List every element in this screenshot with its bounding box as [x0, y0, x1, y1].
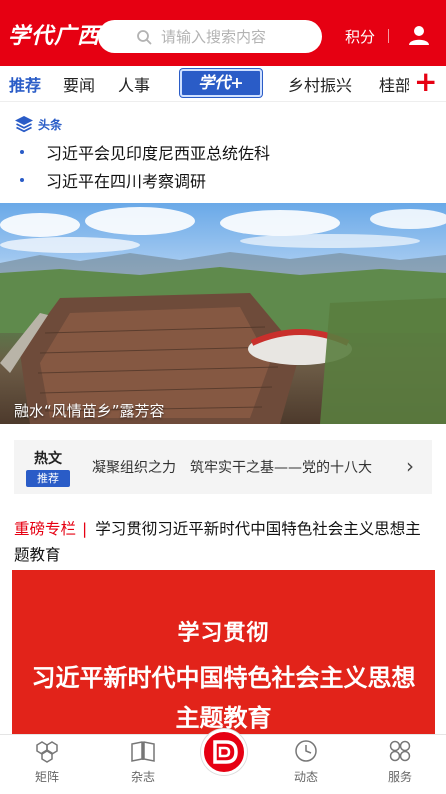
user-icon[interactable] [407, 24, 431, 46]
bottom-navigation: 矩阵 杂志 动态 服务 [0, 729, 446, 794]
headlines-label: 头条 [14, 114, 62, 134]
hot-badge: 热文 推荐 [26, 448, 70, 487]
headline-item[interactable]: 习近平在四川考察调研 [20, 168, 206, 192]
hero-image[interactable] [0, 203, 446, 424]
tab-rural-revitalization[interactable]: 乡村振兴 [288, 72, 352, 96]
grid-icon [389, 740, 411, 762]
add-tab-button[interactable]: + [414, 68, 437, 96]
magazine-icon [131, 741, 155, 762]
hero-caption: 融水“风情苗乡”露芳容 [14, 402, 165, 420]
tab-personnel[interactable]: 人事 [118, 72, 150, 96]
category-tabs: 推荐 要闻 人事 学代+ 乡村振兴 桂部 + [0, 66, 446, 102]
tab-recommend[interactable]: 推荐 [9, 72, 41, 96]
nav-matrix[interactable]: 矩阵 [17, 739, 77, 785]
search-bar[interactable]: 请输入搜索内容 [98, 20, 322, 53]
feature-separator: | [82, 520, 88, 538]
headlines-label-text: 头条 [38, 117, 63, 132]
hot-badge-subtitle: 推荐 [26, 470, 70, 487]
banner-line-3: 主题教育 [175, 704, 272, 732]
clock-icon [295, 740, 317, 762]
landscape-illustration [0, 207, 446, 424]
tab-news[interactable]: 要闻 [63, 72, 95, 96]
home-logo-button[interactable] [201, 729, 247, 775]
search-icon [137, 30, 152, 45]
feature-banner[interactable]: 学习贯彻 习近平新时代中国特色社会主义思想 主题教育 [12, 570, 435, 736]
banner-line-1: 学习贯彻 [177, 621, 270, 646]
nav-magazine[interactable]: 杂志 [113, 739, 173, 785]
home-logo-icon [213, 740, 238, 764]
matrix-icon [36, 741, 58, 763]
nav-dynamics[interactable]: 动态 [276, 739, 336, 785]
nav-services[interactable]: 服务 [370, 739, 430, 785]
headline-item[interactable]: 习近平会见印度尼西亚总统佐科 [20, 140, 270, 164]
hot-articles-bar[interactable]: 热文 推荐 凝聚组织之力 筑牢实干之基——党的十八大 › [14, 440, 432, 494]
hot-article-text[interactable]: 凝聚组织之力 筑牢实干之基——党的十八大 [92, 457, 397, 477]
nav-dynamics-label: 动态 [293, 770, 318, 784]
search-placeholder: 请输入搜索内容 [161, 28, 267, 46]
tab-gui-department[interactable]: 桂部 [379, 72, 409, 96]
hot-badge-title: 热文 [34, 451, 62, 467]
bullet-dot [20, 150, 24, 154]
headline-text: 习近平在四川考察调研 [46, 172, 207, 191]
headline-text: 习近平会见印度尼西亚总统佐科 [46, 144, 271, 163]
nav-services-label: 服务 [387, 770, 412, 784]
feature-column-title[interactable]: 重磅专栏 | 学习贯彻习近平新时代中国特色社会主义思想主题教育 [14, 516, 434, 568]
banner-line-2: 习近平新时代中国特色社会主义思想 [31, 664, 416, 692]
tab-xuedai-plus[interactable]: 学代+ [180, 69, 262, 97]
app-header: 学代广西 请输入搜索内容 积分 [0, 0, 446, 66]
feature-tag: 重磅专栏 [14, 520, 77, 538]
chevron-right-icon[interactable]: › [406, 454, 414, 478]
header-divider [388, 29, 389, 43]
nav-matrix-label: 矩阵 [34, 770, 59, 784]
nav-magazine-label: 杂志 [130, 770, 155, 784]
layers-icon [15, 116, 33, 133]
app-logo[interactable]: 学代广西 [8, 18, 100, 50]
bullet-dot [20, 178, 24, 182]
points-link[interactable]: 积分 [345, 26, 375, 47]
